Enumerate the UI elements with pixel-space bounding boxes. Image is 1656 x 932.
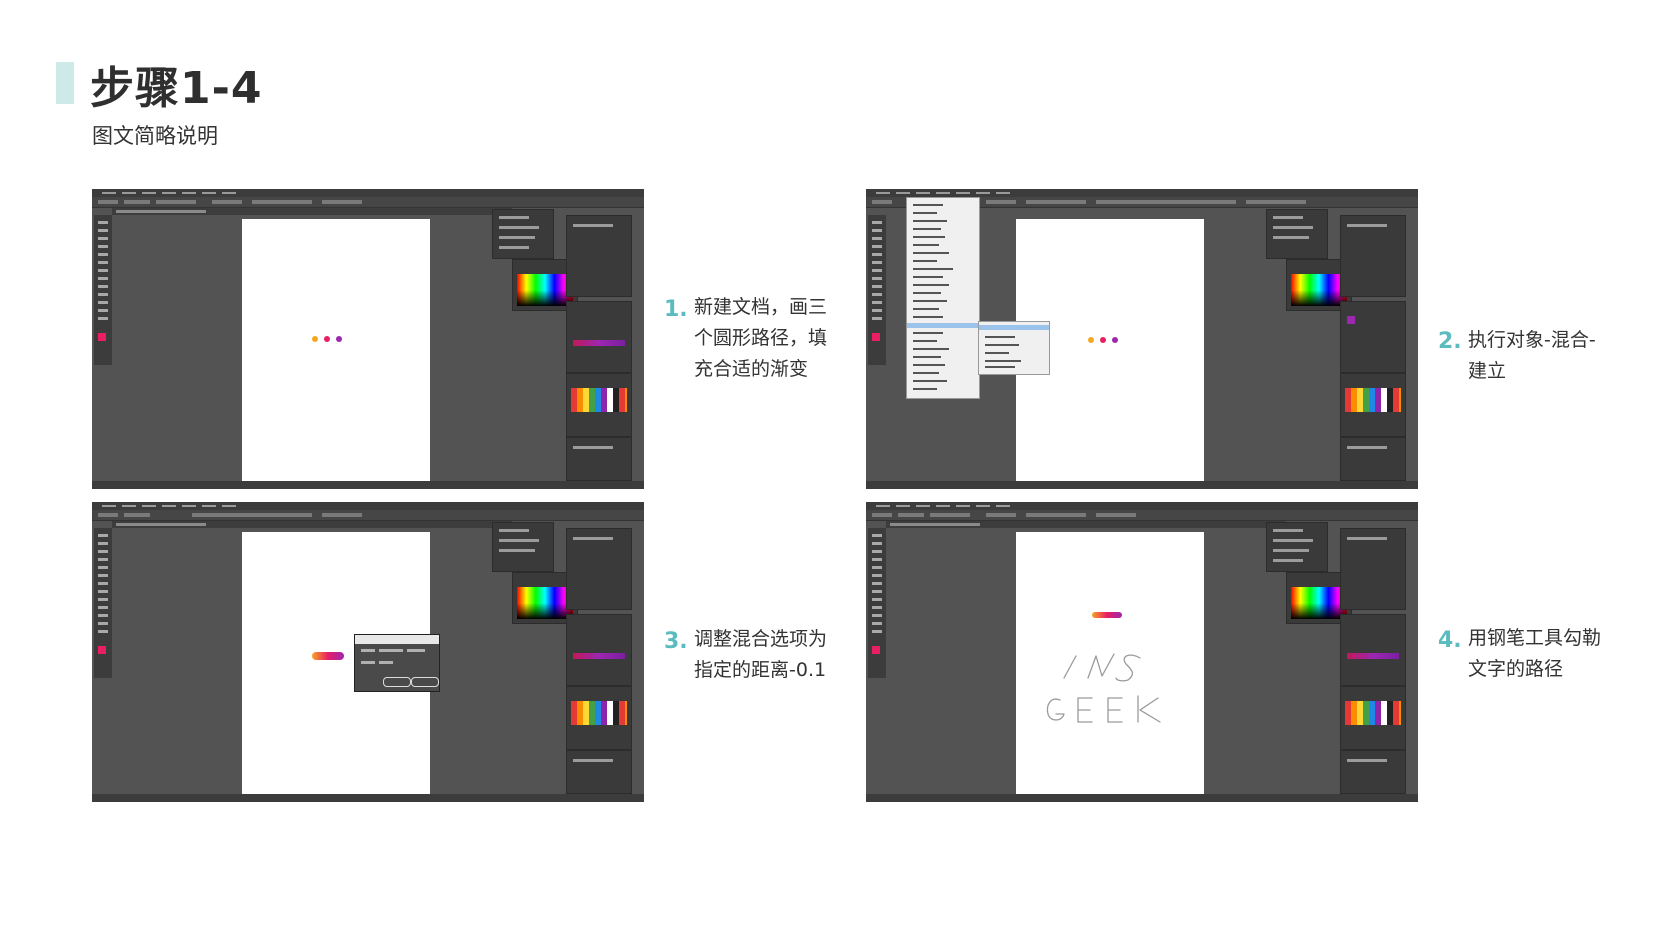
layers-panel [1266,522,1328,572]
page-title: 步骤1-4 [90,63,263,114]
app-menubar [92,189,644,197]
step4-line2: 文字的路径 [1468,658,1564,680]
step4-number: 4. [1438,628,1462,653]
tools-panel [868,528,886,678]
tools-panel [94,528,112,678]
step4-description: 用钢笔工具勾勒 文字的路径 [1468,623,1601,685]
title-accent-bar [56,62,74,104]
layers-panel [1266,209,1328,259]
step3-line2: 指定的距离-0.1 [694,659,827,681]
orange-circle [1088,337,1094,343]
app-menubar [866,502,1418,510]
blend-submenu[interactable] [978,321,1050,375]
step1-line1: 新建文档，画三 [694,296,828,318]
fill-color-icon [872,333,880,341]
step2-number: 2. [1438,329,1462,354]
app-menubar [866,189,1418,197]
artboard [242,219,430,484]
status-bar [866,481,1418,489]
step1-line3: 充合适的渐变 [694,358,809,380]
step3-illustrator-screenshot [92,502,644,802]
menu-item-blend-make[interactable] [979,325,1049,330]
artboard [1016,532,1204,797]
menu-item-blend[interactable] [907,323,979,328]
layers-panel [492,522,554,572]
step2-illustrator-screenshot [866,189,1418,489]
step3-line1: 调整混合选项为 [694,628,828,650]
tools-panel [94,215,112,365]
app-menubar [92,502,644,510]
properties-panel [1340,528,1406,610]
step2-line2: 建立 [1468,360,1507,382]
gradient-panel [566,614,632,686]
blended-stroke-sample [1092,612,1122,618]
document-tab [886,521,1286,528]
step2-description: 执行对象-混合- 建立 [1468,325,1596,387]
properties-panel [566,215,632,297]
gradient-panel [1340,614,1406,686]
blend-options-dialog[interactable] [354,634,440,692]
pink-circle [1100,337,1106,343]
gradient-panel [1340,301,1406,373]
document-tab [112,521,512,528]
fill-color-icon [872,646,880,654]
properties-panel [566,528,632,610]
appearance-panel [1340,437,1406,481]
control-bar [866,510,1418,521]
purple-circle [1112,337,1118,343]
step1-illustrator-screenshot [92,189,644,489]
status-bar [92,794,644,802]
step2-line1: 执行对象-混合- [1468,329,1596,351]
layers-panel [492,209,554,259]
step1-description: 新建文档，画三 个圆形路径，填 充合适的渐变 [694,292,827,385]
page-subtitle: 图文简略说明 [92,124,218,148]
swatches-panel [1340,373,1406,437]
properties-panel [1340,215,1406,297]
status-bar [866,794,1418,802]
control-bar [92,510,644,521]
step3-description: 调整混合选项为 指定的距离-0.1 [694,624,827,686]
step4-line1: 用钢笔工具勾勒 [1468,627,1602,649]
appearance-panel [1340,750,1406,794]
pink-circle [324,336,330,342]
gradient-panel [566,301,632,373]
control-bar [92,197,644,208]
step3-number: 3. [664,629,688,654]
object-menu[interactable] [906,197,980,399]
swatches-panel [566,373,632,437]
blended-circles-shape [312,652,344,660]
step1-line2: 个圆形路径，填 [694,327,828,349]
dialog-titlebar [355,635,439,644]
appearance-panel [566,437,632,481]
ins-geek-pen-paths [1046,653,1161,723]
step4-illustrator-screenshot [866,502,1418,802]
document-tab [112,208,512,215]
fill-color-icon [98,646,106,654]
ok-button[interactable] [383,677,411,687]
tools-panel [868,215,886,365]
step1-number: 1. [664,297,688,322]
status-bar [92,481,644,489]
swatches-panel [1340,686,1406,750]
appearance-panel [566,750,632,794]
purple-circle [336,336,342,342]
fill-color-icon [98,333,106,341]
cancel-button[interactable] [411,677,439,687]
swatches-panel [566,686,632,750]
orange-circle [312,336,318,342]
